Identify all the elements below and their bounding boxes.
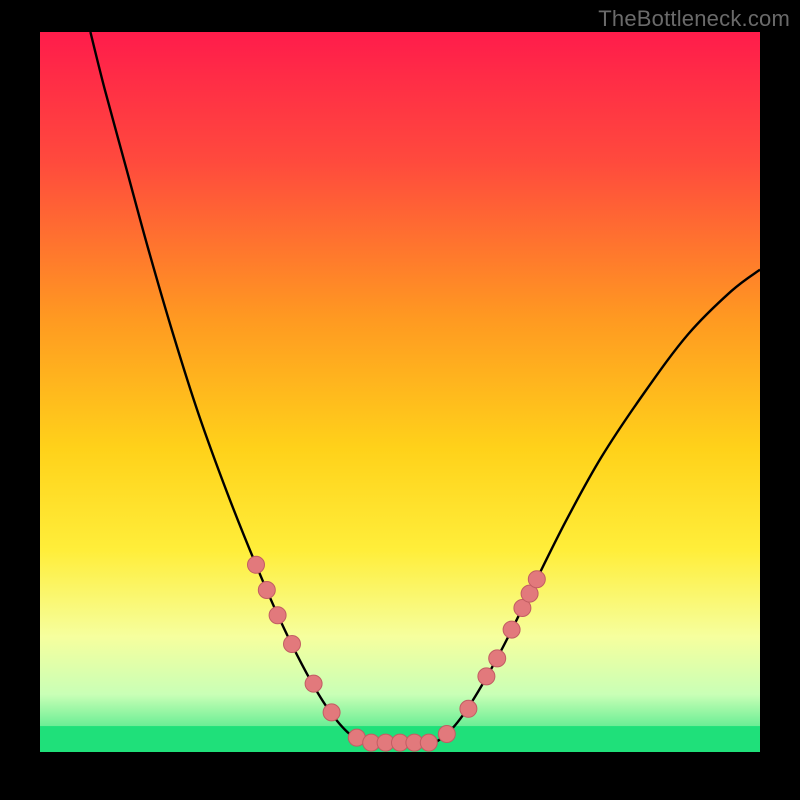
data-marker [438,726,455,743]
data-marker [478,668,495,685]
data-marker [420,734,437,751]
chart-frame: TheBottleneck.com [0,0,800,800]
data-marker [284,636,301,653]
data-marker [503,621,520,638]
data-marker [248,556,265,573]
data-marker [460,700,477,717]
data-marker [489,650,506,667]
gradient-background [40,32,760,752]
watermark-text: TheBottleneck.com [598,6,790,32]
data-marker [323,704,340,721]
plot-area [40,32,760,752]
data-marker [269,607,286,624]
data-marker [258,582,275,599]
data-marker [305,675,322,692]
data-marker [528,571,545,588]
chart-svg [40,32,760,752]
